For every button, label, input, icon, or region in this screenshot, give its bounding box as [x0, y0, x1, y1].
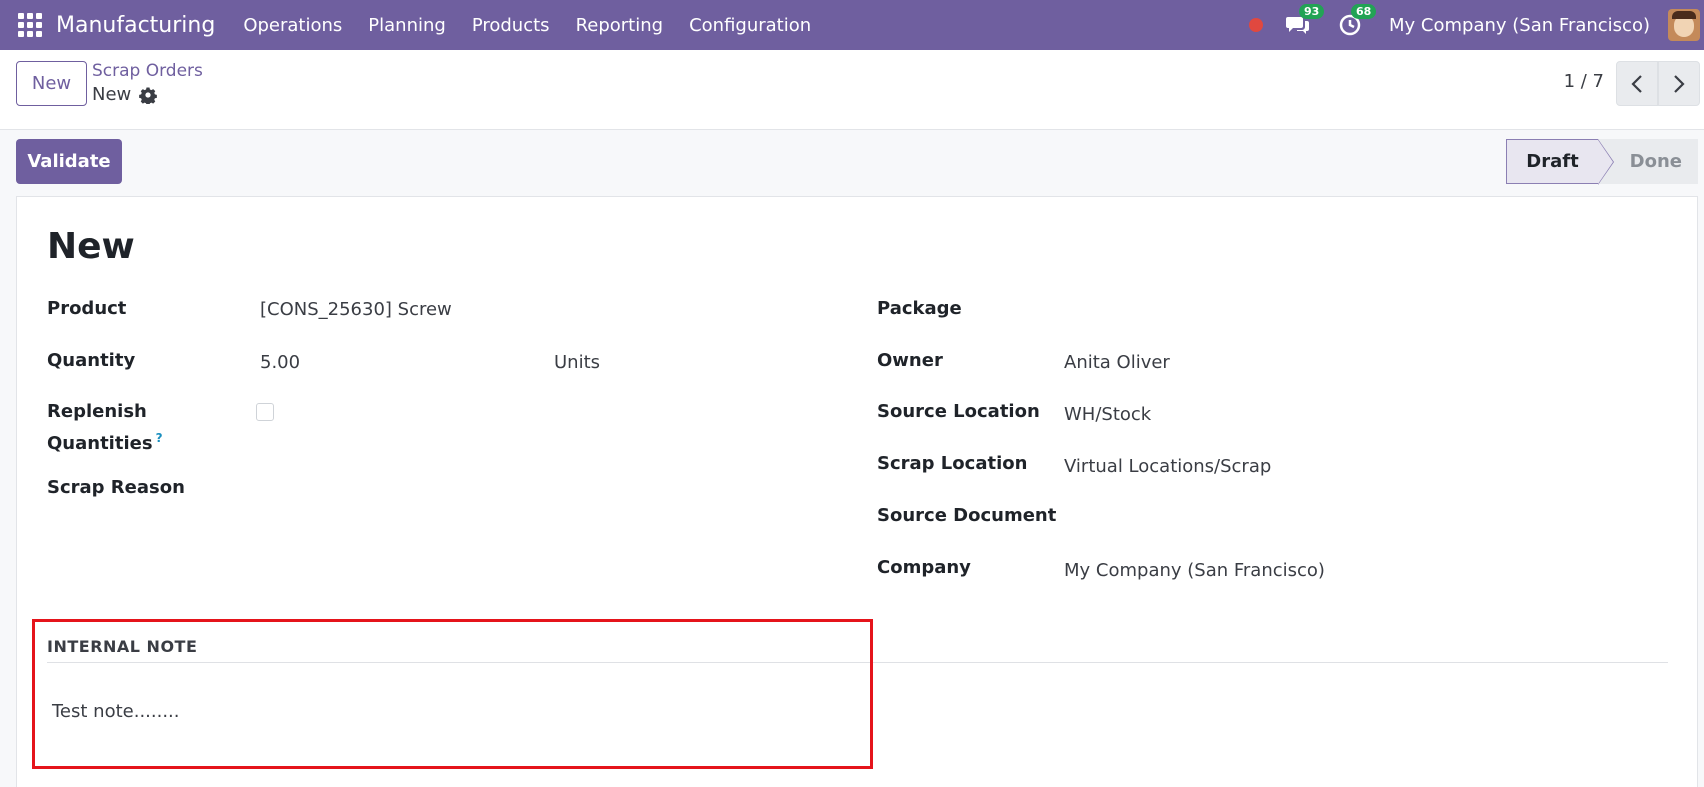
control-panel: New Scrap Orders New 1 / 7: [0, 50, 1704, 130]
scrap-reason-label: Scrap Reason: [47, 477, 185, 498]
uom-field[interactable]: Units: [554, 352, 600, 373]
owner-field[interactable]: Anita Oliver: [1064, 352, 1170, 373]
breadcrumb-scrap-orders[interactable]: Scrap Orders: [92, 61, 203, 81]
breadcrumb-current-label: New: [92, 84, 132, 105]
owner-label: Owner: [877, 350, 943, 371]
status-bar: Draft Done: [1506, 139, 1698, 185]
menu-operations[interactable]: Operations: [243, 15, 342, 36]
messages-icon[interactable]: 93: [1285, 4, 1325, 38]
scrap-location-field[interactable]: Virtual Locations/Scrap: [1064, 456, 1271, 477]
highlight-box: [32, 619, 873, 769]
menu-products[interactable]: Products: [472, 15, 550, 36]
replenish-label-line2: Quantities?: [47, 431, 163, 454]
pager-next-button[interactable]: [1658, 61, 1700, 106]
activities-clock-icon[interactable]: 68: [1337, 4, 1377, 38]
scrap-location-label: Scrap Location: [877, 453, 1028, 474]
replenish-label-text: Quantities: [47, 433, 153, 454]
menu-planning[interactable]: Planning: [368, 15, 446, 36]
replenish-label-line1: Replenish: [47, 401, 147, 422]
company-label: Company: [877, 557, 971, 578]
gear-icon[interactable]: [139, 86, 158, 104]
new-button[interactable]: New: [16, 61, 87, 106]
source-location-label: Source Location: [877, 401, 1040, 422]
chevron-left-icon: [1631, 74, 1642, 93]
replenish-quantities-checkbox[interactable]: [256, 403, 274, 421]
messages-count-badge: 93: [1299, 4, 1325, 19]
quantity-label: Quantity: [47, 350, 136, 371]
help-tooltip-icon[interactable]: ?: [156, 431, 163, 445]
user-avatar[interactable]: [1668, 9, 1700, 41]
breadcrumb-current: New: [92, 84, 158, 105]
company-switcher[interactable]: My Company (San Francisco): [1389, 15, 1650, 36]
product-field[interactable]: [CONS_25630] Screw: [260, 299, 452, 320]
record-title: New: [47, 226, 135, 267]
menu-configuration[interactable]: Configuration: [689, 15, 811, 36]
apps-menu-icon[interactable]: [18, 13, 42, 37]
app-name[interactable]: Manufacturing: [56, 13, 215, 38]
package-label: Package: [877, 298, 962, 319]
record-indicator-icon[interactable]: [1249, 18, 1264, 32]
validate-button[interactable]: Validate: [16, 139, 122, 184]
pager-previous-button[interactable]: [1616, 61, 1658, 106]
product-label: Product: [47, 298, 127, 319]
top-navbar: Manufacturing Operations Planning Produc…: [0, 0, 1704, 50]
pager-value[interactable]: 1 / 7: [1564, 71, 1604, 92]
quantity-field[interactable]: 5.00: [260, 352, 300, 373]
menu-reporting[interactable]: Reporting: [576, 15, 664, 36]
source-document-label: Source Document: [877, 505, 1057, 526]
chevron-right-icon: [1674, 74, 1685, 93]
activities-count-badge: 68: [1351, 4, 1377, 19]
source-location-field[interactable]: WH/Stock: [1064, 404, 1151, 425]
status-draft[interactable]: Draft: [1506, 139, 1614, 185]
company-field[interactable]: My Company (San Francisco): [1064, 560, 1325, 581]
